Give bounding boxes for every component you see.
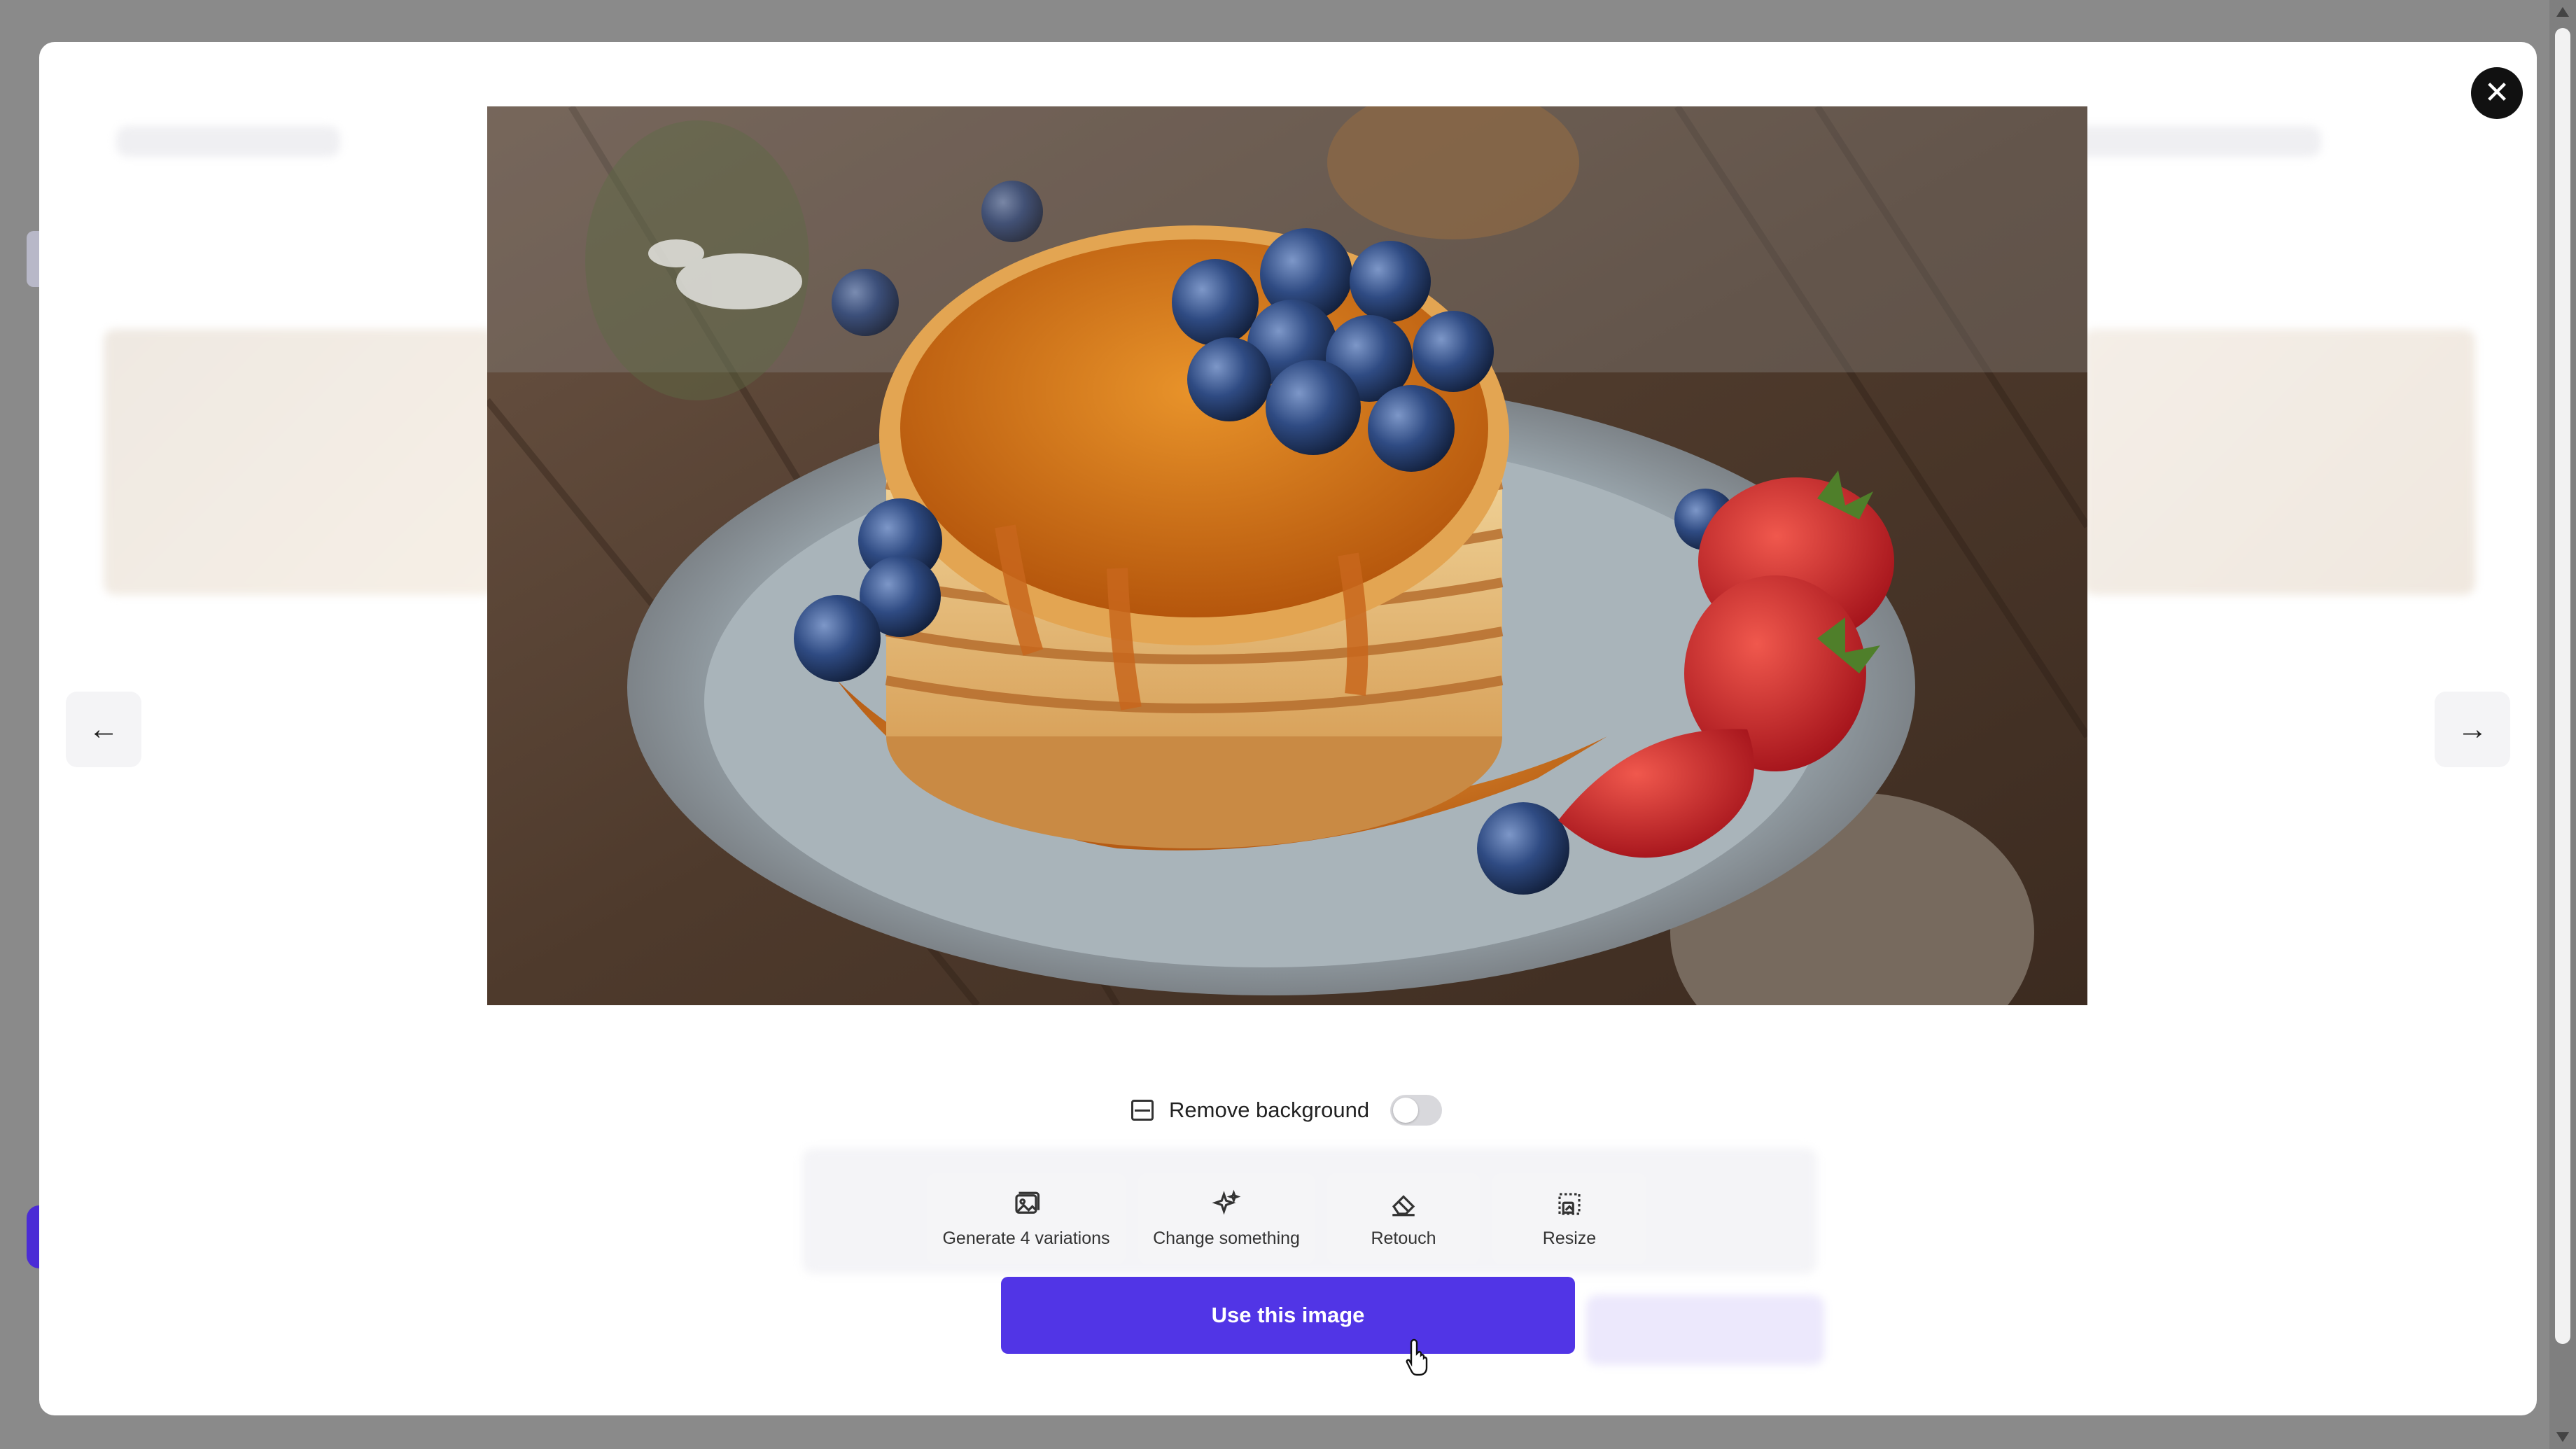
resize-icon (1558, 1192, 1581, 1215)
next-image-button[interactable]: → (2435, 692, 2510, 767)
faded-button (1586, 1295, 1824, 1365)
close-icon: ✕ (2484, 76, 2510, 110)
resize-button[interactable]: Resize (1492, 1173, 1646, 1264)
action-label: Generate 4 variations (942, 1228, 1110, 1248)
use-this-image-button[interactable]: Use this image (1001, 1277, 1575, 1354)
change-something-button[interactable]: Change something (1138, 1173, 1315, 1264)
scrollbar-thumb[interactable] (2555, 28, 2570, 1344)
previous-image-button[interactable]: ← (66, 692, 141, 767)
scroll-down-icon[interactable] (2556, 1432, 2569, 1442)
background-tab-faded (27, 231, 41, 287)
pancake-image-illustration (487, 106, 2087, 1005)
retouch-button[interactable]: Retouch (1327, 1173, 1480, 1264)
generate-variations-button[interactable]: Generate 4 variations (927, 1173, 1126, 1264)
faded-toolbar (116, 126, 340, 157)
remove-background-label: Remove background (1169, 1098, 1370, 1122)
toggle-knob (1393, 1098, 1419, 1123)
eraser-icon (1392, 1194, 1415, 1216)
close-button[interactable]: ✕ (2471, 67, 2523, 119)
remove-background-icon (1131, 1100, 1154, 1121)
image-variations-icon (1015, 1191, 1040, 1214)
action-label: Change something (1153, 1228, 1300, 1248)
action-label: Retouch (1371, 1228, 1436, 1248)
sparkle-icon (1212, 1189, 1241, 1214)
remove-background-toggle[interactable] (1390, 1095, 1443, 1126)
generated-image (487, 106, 2087, 1005)
action-label: Resize (1542, 1228, 1597, 1248)
faded-toolbar-right (2055, 126, 2321, 157)
image-preview-modal: ✕ ← → Remove background Generate 4 varia… (39, 42, 2537, 1415)
image-actions: Generate 4 variations Change something R… (927, 1173, 1646, 1264)
faded-thumbnail-left (104, 329, 496, 595)
page-scrollbar[interactable] (2549, 0, 2576, 1449)
scroll-up-icon[interactable] (2556, 7, 2569, 17)
arrow-right-icon: → (2457, 712, 2488, 746)
hand-cursor-icon (1406, 1338, 1428, 1376)
faded-thumbnail-right (2083, 329, 2475, 595)
arrow-left-icon: ← (88, 712, 119, 746)
remove-background-row: Remove background (1131, 1091, 1443, 1130)
use-this-image-label: Use this image (1211, 1303, 1365, 1327)
